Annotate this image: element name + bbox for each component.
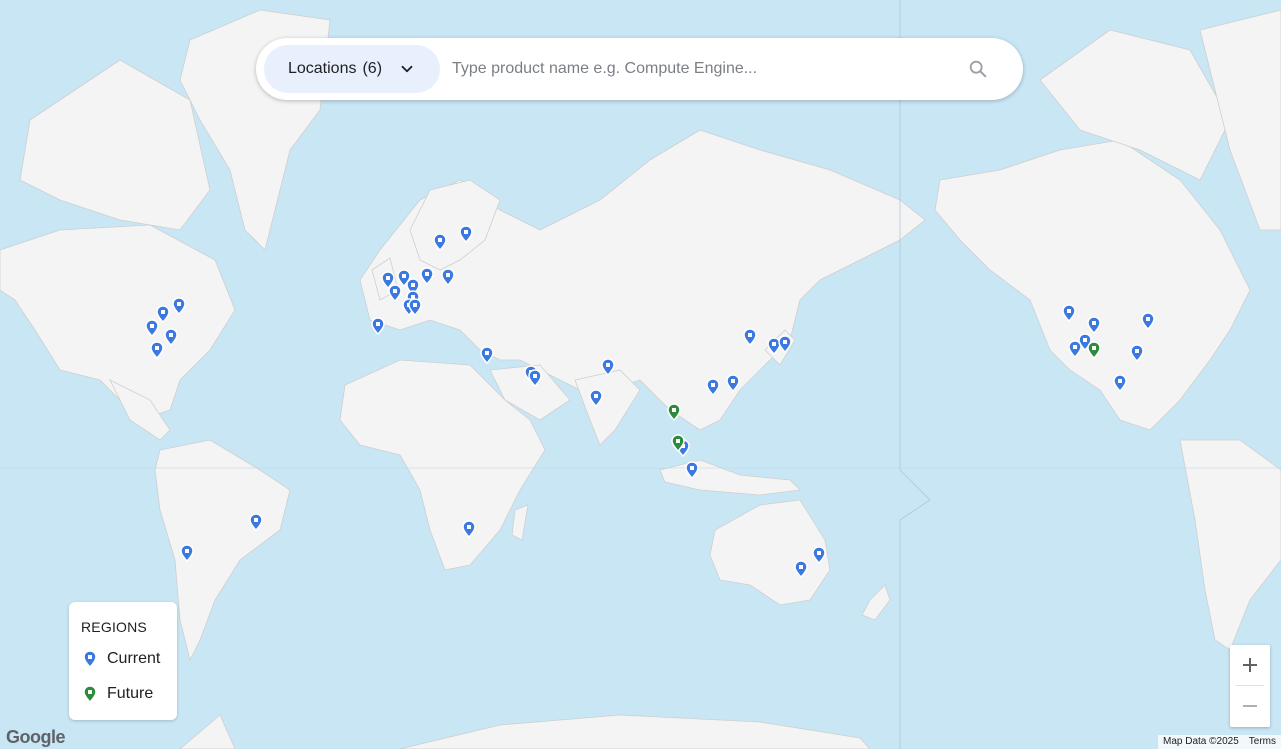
legend-item-current: Current [83, 650, 160, 668]
legend-item-future: Future [83, 685, 153, 703]
map-data-text: Map Data ©2025 [1158, 735, 1244, 749]
search-bar: Locations (6) [256, 38, 1023, 100]
search-icon[interactable] [967, 58, 989, 80]
future-region-marker-icon [83, 685, 97, 703]
terms-link[interactable]: Terms [1243, 735, 1281, 749]
map-attribution: Map Data ©2025 Terms [1158, 735, 1281, 749]
plus-icon [1243, 658, 1257, 672]
minus-icon [1243, 705, 1257, 707]
world-map[interactable] [0, 0, 1281, 749]
chevron-down-icon [401, 65, 413, 73]
locations-count: (6) [362, 60, 383, 77]
legend-current-label: Current [107, 650, 161, 667]
legend-title: REGIONS [81, 619, 147, 635]
zoom-out-button[interactable] [1230, 686, 1270, 726]
regions-legend: REGIONS Current Future [69, 602, 177, 720]
google-logo: Google [6, 727, 66, 747]
product-search-input[interactable] [450, 59, 967, 79]
legend-future-label: Future [107, 685, 154, 702]
zoom-in-button[interactable] [1230, 645, 1270, 685]
locations-label: Locations [287, 60, 357, 77]
locations-dropdown-button[interactable]: Locations (6) [264, 45, 440, 93]
current-region-marker-icon [83, 650, 97, 668]
zoom-controls [1230, 645, 1270, 727]
